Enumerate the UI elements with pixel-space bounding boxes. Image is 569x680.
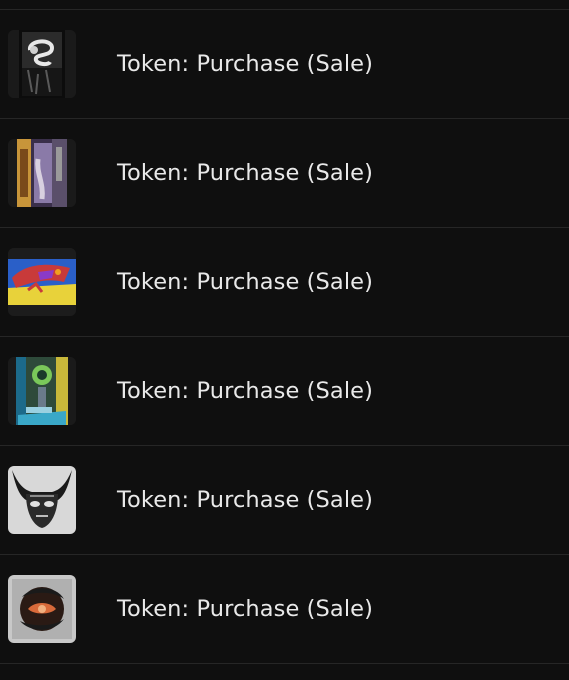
artwork-thumbnail[interactable] [8, 248, 76, 316]
artwork-thumbnail[interactable] [8, 30, 76, 98]
activity-row[interactable]: Token: Purchase (Sale) [0, 228, 569, 337]
activity-label: Token: Purchase (Sale) [117, 269, 373, 295]
activity-label: Token: Purchase (Sale) [117, 160, 373, 186]
activity-list: Token: Purchase (Sale) Token: Purchase (… [0, 9, 569, 664]
activity-row[interactable]: Token: Purchase (Sale) [0, 446, 569, 555]
activity-label: Token: Purchase (Sale) [117, 596, 373, 622]
activity-label: Token: Purchase (Sale) [117, 51, 373, 77]
artwork-thumbnail[interactable] [8, 357, 76, 425]
artwork-thumbnail[interactable] [8, 466, 76, 534]
activity-row[interactable]: Token: Purchase (Sale) [0, 119, 569, 228]
activity-row[interactable]: Token: Purchase (Sale) [0, 10, 569, 119]
activity-label: Token: Purchase (Sale) [117, 487, 373, 513]
activity-row[interactable]: Token: Purchase (Sale) [0, 337, 569, 446]
activity-row[interactable]: Token: Purchase (Sale) [0, 555, 569, 664]
artwork-thumbnail[interactable] [8, 139, 76, 207]
activity-label: Token: Purchase (Sale) [117, 378, 373, 404]
artwork-thumbnail[interactable] [8, 575, 76, 643]
